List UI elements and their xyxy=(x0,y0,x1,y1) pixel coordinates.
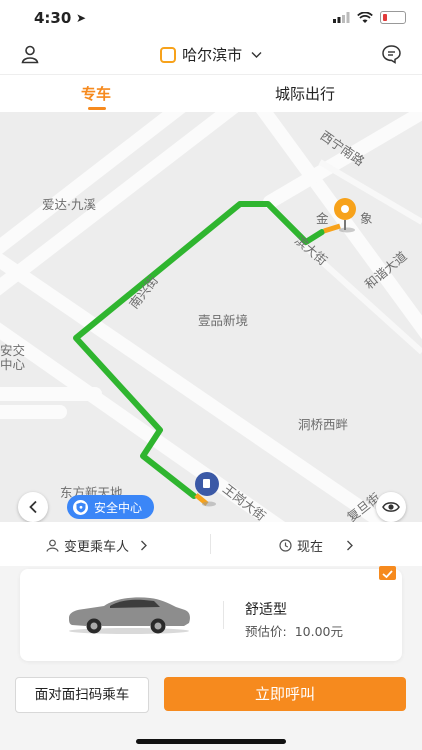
message-icon[interactable] xyxy=(381,44,402,64)
back-icon xyxy=(29,500,37,514)
clock-icon xyxy=(279,539,292,552)
map-label: 象 xyxy=(360,211,373,226)
locate-button[interactable] xyxy=(376,492,406,522)
navigation-arrow-icon: ➤ xyxy=(76,11,87,25)
shield-icon xyxy=(73,499,88,515)
person-icon xyxy=(46,539,59,552)
city-name: 哈尔滨市 xyxy=(182,46,243,64)
status-bar: 4:30 ➤ xyxy=(0,0,422,38)
chevron-right-icon xyxy=(347,540,353,551)
status-time: 4:30 xyxy=(34,9,72,27)
card-divider xyxy=(223,601,224,629)
status-icons xyxy=(333,11,406,24)
battery-icon xyxy=(380,11,406,24)
safety-center-label: 安全中心 xyxy=(94,500,143,515)
call-now-button[interactable]: 立即呼叫 xyxy=(164,677,406,711)
option-divider xyxy=(210,534,211,554)
change-passenger-button[interactable]: 变更乘车人 xyxy=(46,536,148,555)
change-passenger-label: 变更乘车人 xyxy=(64,540,130,555)
map-view[interactable]: 西宁南路 爱达·九溪 金 象 滨大街 和谐大道 南兴街 壹品新境 安交 中心 洞… xyxy=(0,112,422,522)
trip-options: 变更乘车人 现在 xyxy=(0,522,422,566)
tab-underline xyxy=(88,107,106,110)
map-label: 中心 xyxy=(0,357,26,372)
city-selector[interactable]: 哈尔滨市 xyxy=(0,44,422,65)
header: 哈尔滨市 xyxy=(0,38,422,74)
departure-time-label: 现在 xyxy=(297,540,324,555)
car-type-card[interactable]: 舒适型 预估价: 10.00元 xyxy=(20,566,402,661)
city-logo-icon xyxy=(160,47,177,63)
chevron-down-icon xyxy=(251,52,262,58)
departure-time-button[interactable]: 现在 xyxy=(279,536,354,555)
back-button[interactable] xyxy=(18,492,48,522)
bottom-panel: 变更乘车人 现在 舒适型 预估价: 10.00元 面对面扫码乘车 立即呼叫 xyxy=(0,522,422,750)
tab-private-car[interactable]: 专车 xyxy=(81,83,111,104)
wifi-icon xyxy=(357,11,373,23)
home-indicator xyxy=(136,739,286,744)
locate-icon xyxy=(382,502,400,512)
check-icon xyxy=(379,566,396,580)
map-label: 壹品新境 xyxy=(198,313,249,328)
safety-center-button[interactable]: 安全中心 xyxy=(67,495,155,519)
car-type-name: 舒适型 xyxy=(245,602,287,618)
signal-icon xyxy=(333,12,350,23)
chevron-right-icon xyxy=(141,540,147,551)
service-tabs: 专车 城际出行 xyxy=(0,74,422,113)
tab-city-travel[interactable]: 城际出行 xyxy=(275,83,335,104)
estimated-price: 预估价: 10.00元 xyxy=(245,621,343,640)
scan-ride-button[interactable]: 面对面扫码乘车 xyxy=(15,677,149,713)
map-label: 洞桥西畔 xyxy=(298,417,349,432)
price-value: 10.00元 xyxy=(294,624,343,639)
car-image xyxy=(69,597,190,634)
price-label: 预估价: xyxy=(245,624,287,639)
map-label: 金 xyxy=(316,211,329,226)
map-label: 爱达·九溪 xyxy=(42,197,96,212)
pickup-marker xyxy=(194,472,219,507)
